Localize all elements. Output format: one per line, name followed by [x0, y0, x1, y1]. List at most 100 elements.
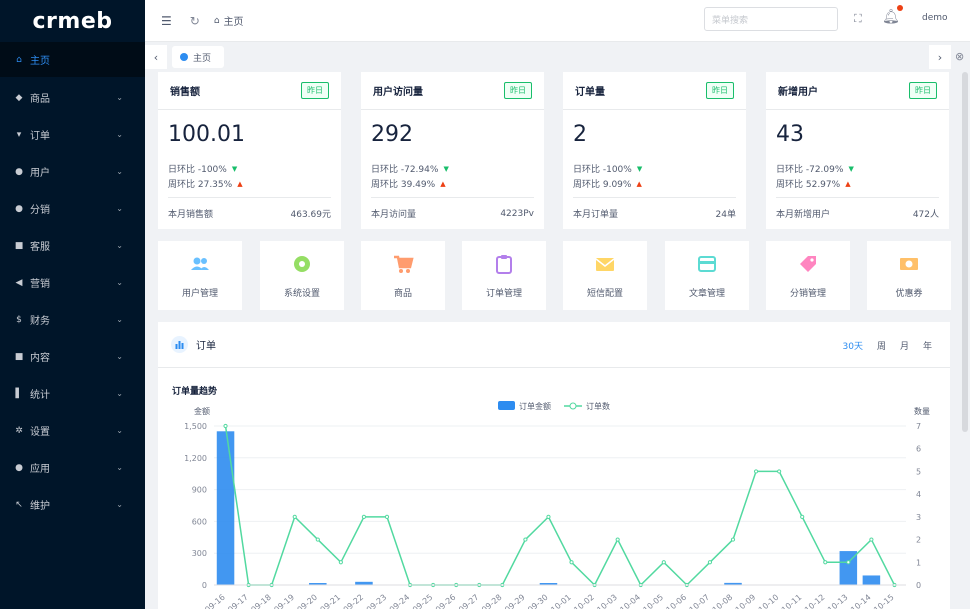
- sidebar-item-4[interactable]: ● 分销 ⌄: [0, 190, 145, 227]
- line-point: [546, 514, 551, 519]
- menu-toggle-icon[interactable]: ☰: [161, 14, 172, 28]
- day-ratio-text: 日环比 -100%: [168, 165, 227, 175]
- bar: [216, 431, 235, 585]
- line-point: [384, 514, 390, 519]
- logo[interactable]: crmeb: [0, 0, 145, 42]
- money-icon: [898, 241, 920, 278]
- shortcut-label: 用户管理: [181, 289, 218, 299]
- x-tick-label: 09-16: [203, 593, 227, 609]
- x-tick-label: 10-15: [872, 593, 896, 609]
- chevron-down-icon: ⌄: [116, 315, 123, 324]
- sidebar-item-3[interactable]: ● 用户 ⌄: [0, 153, 145, 190]
- trend-up-icon: ▲: [237, 179, 243, 188]
- y-right-tick-label: 5: [916, 467, 921, 476]
- y-right-axis-label: 数量: [914, 406, 930, 416]
- x-tick-label: 09-17: [226, 593, 250, 609]
- shortcut-shopping-cart[interactable]: 商品: [361, 241, 445, 310]
- line-point: [292, 514, 297, 519]
- day-ratio: 日环比 -72.09% ▼: [766, 160, 949, 176]
- sidebar-item-8[interactable]: ■ 内容 ⌄: [0, 338, 145, 375]
- x-tick-label: 10-13: [826, 593, 850, 609]
- shortcut-mail[interactable]: 短信配置: [563, 241, 647, 310]
- stat-card: 订单量 昨日 2 日环比 -100% ▼ 周环比 9.09% ▲ 本月订单量 24单: [563, 72, 746, 229]
- y-left-axis-label: 金额: [194, 406, 210, 416]
- week-ratio-text: 周环比 52.97%: [776, 180, 841, 190]
- trend-up-icon: ▲: [845, 179, 851, 188]
- y-right-tick-label: 0: [916, 581, 921, 590]
- line-point: [777, 469, 782, 474]
- day-ratio: 日环比 -100% ▼: [563, 160, 746, 176]
- sidebar-item-0[interactable]: ⌂ 主页: [0, 42, 145, 77]
- sidebar-item-9[interactable]: ▌ 统计 ⌄: [0, 375, 145, 412]
- settings-icon: [291, 241, 313, 278]
- sidebar-item-label: 应用: [30, 464, 50, 475]
- chevron-down-icon: ⌄: [116, 500, 123, 509]
- stat-footer: 本月新增用户 472人: [776, 197, 939, 229]
- sidebar-item-2[interactable]: ▾ 订单 ⌄: [0, 116, 145, 153]
- stat-footer-value: 24单: [715, 210, 736, 220]
- share-icon: ●: [15, 203, 23, 214]
- page-scrollbar[interactable]: [962, 72, 968, 432]
- dollar-icon: $: [16, 314, 22, 325]
- tab-prev-button[interactable]: ‹: [145, 45, 167, 69]
- stat-footer-label: 本月新增用户: [776, 210, 831, 220]
- tab-next-button[interactable]: ›: [929, 45, 951, 69]
- shortcut-card[interactable]: 文章管理: [665, 241, 749, 310]
- shortcut-tag[interactable]: 分销管理: [766, 241, 850, 310]
- trend-down-icon: ▼: [231, 164, 238, 173]
- x-tick-label: 10-05: [641, 593, 665, 609]
- day-ratio-text: 日环比 -100%: [573, 165, 632, 175]
- chevron-down-icon: ⌄: [116, 352, 123, 361]
- period-badge: 昨日: [504, 82, 532, 99]
- x-tick-label: 09-19: [272, 593, 296, 609]
- sidebar-item-12[interactable]: ↖ 维护 ⌄: [0, 486, 145, 523]
- fullscreen-icon[interactable]: ⛶: [854, 12, 862, 26]
- sidebar-item-11[interactable]: ● 应用 ⌄: [0, 449, 145, 486]
- week-ratio-text: 周环比 39.49%: [371, 180, 436, 190]
- sidebar-item-1[interactable]: ◆ 商品 ⌄: [0, 79, 145, 116]
- sidebar-item-7[interactable]: $ 财务 ⌄: [0, 301, 145, 338]
- sidebar-item-5[interactable]: ■ 客服 ⌄: [0, 227, 145, 264]
- sidebar-item-label: 统计: [30, 390, 50, 401]
- x-tick-label: 09-21: [319, 593, 343, 609]
- home-icon: ⌂: [16, 54, 22, 65]
- shortcut-clipboard[interactable]: 订单管理: [462, 241, 546, 310]
- sidebar-item-label: 订单: [30, 131, 50, 142]
- legend-label: 订单金额: [519, 401, 551, 411]
- shortcut-money[interactable]: 优惠券: [867, 241, 951, 310]
- stat-footer-value: 472人: [912, 210, 939, 220]
- y-left-tick-label: 1,200: [184, 454, 207, 463]
- order-panel: 订单 30天周月年 订单量趋势 0 300 600 900 1,200 1,500 0 1 2 3…: [158, 322, 950, 609]
- sidebar-item-label: 营销: [30, 279, 50, 290]
- bag-icon: ◆: [15, 92, 23, 103]
- refresh-icon[interactable]: ↻: [190, 14, 200, 28]
- trend-up-icon: ▲: [440, 179, 446, 188]
- bell-icon[interactable]: 🔔︎: [882, 9, 900, 25]
- legend-label: 订单数: [586, 401, 610, 411]
- y-left-tick-label: 0: [202, 581, 207, 590]
- chevron-down-icon: ⌄: [116, 278, 123, 287]
- x-tick-label: 10-02: [572, 593, 596, 609]
- sidebar-item-6[interactable]: ◀ 营销 ⌄: [0, 264, 145, 301]
- day-ratio-text: 日环比 -72.09%: [776, 165, 844, 175]
- sidebar-item-10[interactable]: ✲ 设置 ⌄: [0, 412, 145, 449]
- users-icon: [189, 241, 211, 278]
- chevron-down-icon: ⌄: [116, 130, 123, 139]
- shortcut-settings[interactable]: 系统设置: [260, 241, 344, 310]
- y-right-tick-label: 6: [916, 445, 921, 454]
- shortcut-users[interactable]: 用户管理: [158, 241, 242, 310]
- x-tick-label: 10-03: [595, 593, 619, 609]
- shopping-cart-icon: [392, 241, 414, 278]
- breadcrumb-item[interactable]: 主页: [224, 13, 244, 28]
- stat-card-header: 销售额 昨日: [158, 72, 341, 110]
- period-badge: 昨日: [909, 82, 937, 99]
- trend-down-icon: ▼: [848, 164, 854, 173]
- stat-card-header: 订单量 昨日: [563, 72, 746, 110]
- clipboard-icon: [493, 241, 515, 278]
- search-input[interactable]: 菜单搜索: [704, 7, 838, 31]
- tab-home[interactable]: 主页: [172, 46, 224, 68]
- user-menu[interactable]: demo: [922, 13, 948, 23]
- x-tick-label: 10-07: [688, 593, 712, 609]
- close-tabs-icon[interactable]: ⊗: [955, 50, 964, 63]
- week-ratio: 周环比 39.49% ▲: [361, 175, 544, 191]
